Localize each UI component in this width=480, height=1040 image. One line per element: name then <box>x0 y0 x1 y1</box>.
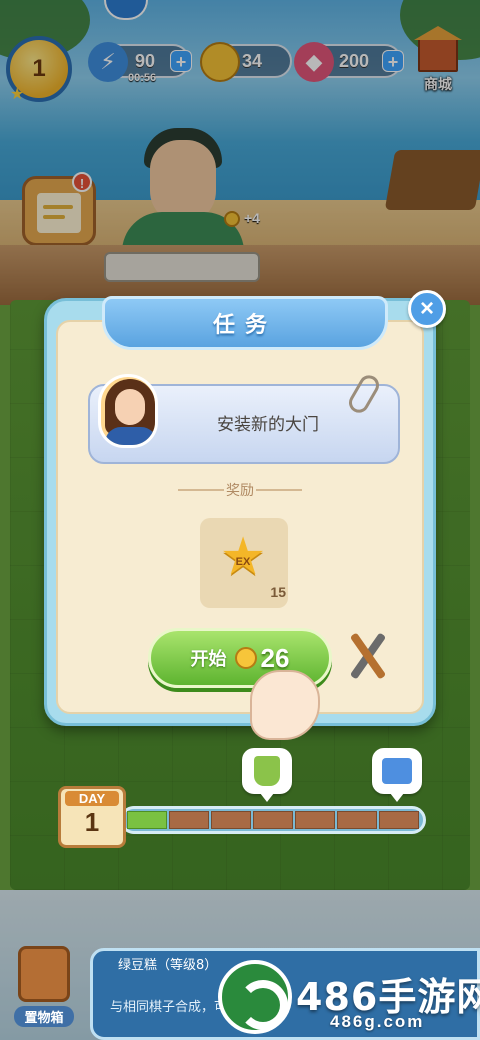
start-label: 开始 <box>190 649 227 670</box>
day-progress-segment <box>211 811 251 829</box>
day-number: 1 <box>84 807 100 837</box>
reward-divider-right <box>256 489 302 491</box>
watermark-logo-icon <box>218 960 292 1034</box>
start-cost: 26 <box>260 642 290 673</box>
item-title: 绿豆糕（等级8） <box>118 958 218 973</box>
day-calendar: DAY 1 <box>58 786 126 848</box>
reward-count: 15 <box>270 584 286 600</box>
day-progress-segment <box>295 811 335 829</box>
modal-title: 任务 <box>212 313 277 338</box>
request-bubble-vegetable[interactable] <box>242 748 292 802</box>
day-progress-segment <box>379 811 419 829</box>
day-progress-segment <box>337 811 377 829</box>
day-label: DAY <box>65 791 119 806</box>
tools-icon <box>342 630 394 682</box>
coin-icon <box>234 647 257 669</box>
day-progress-segment <box>169 811 209 829</box>
customer-avatar <box>98 374 158 448</box>
scallion-icon <box>254 756 280 786</box>
basket-icon <box>18 946 70 1002</box>
day-progress-bar <box>120 806 426 834</box>
experience-badge-text: EX <box>235 556 251 568</box>
task-description: 安装新的大门 <box>217 415 319 435</box>
avatar-face <box>115 389 145 425</box>
storage-label: 置物箱 <box>14 1006 74 1027</box>
day-progress-segment <box>253 811 293 829</box>
watermark-url: 486g.com <box>330 1012 425 1031</box>
toolbox-icon <box>382 758 412 784</box>
modal-title-bar: 任务 <box>102 296 388 350</box>
storage-button[interactable]: 置物箱 <box>14 946 74 1032</box>
close-button[interactable]: × <box>408 290 446 328</box>
item-description: 与相同棋子合成，可 <box>110 1000 228 1015</box>
request-bubble-box[interactable] <box>372 748 422 802</box>
avatar-shirt <box>105 427 155 445</box>
day-progress-segment <box>127 811 167 829</box>
